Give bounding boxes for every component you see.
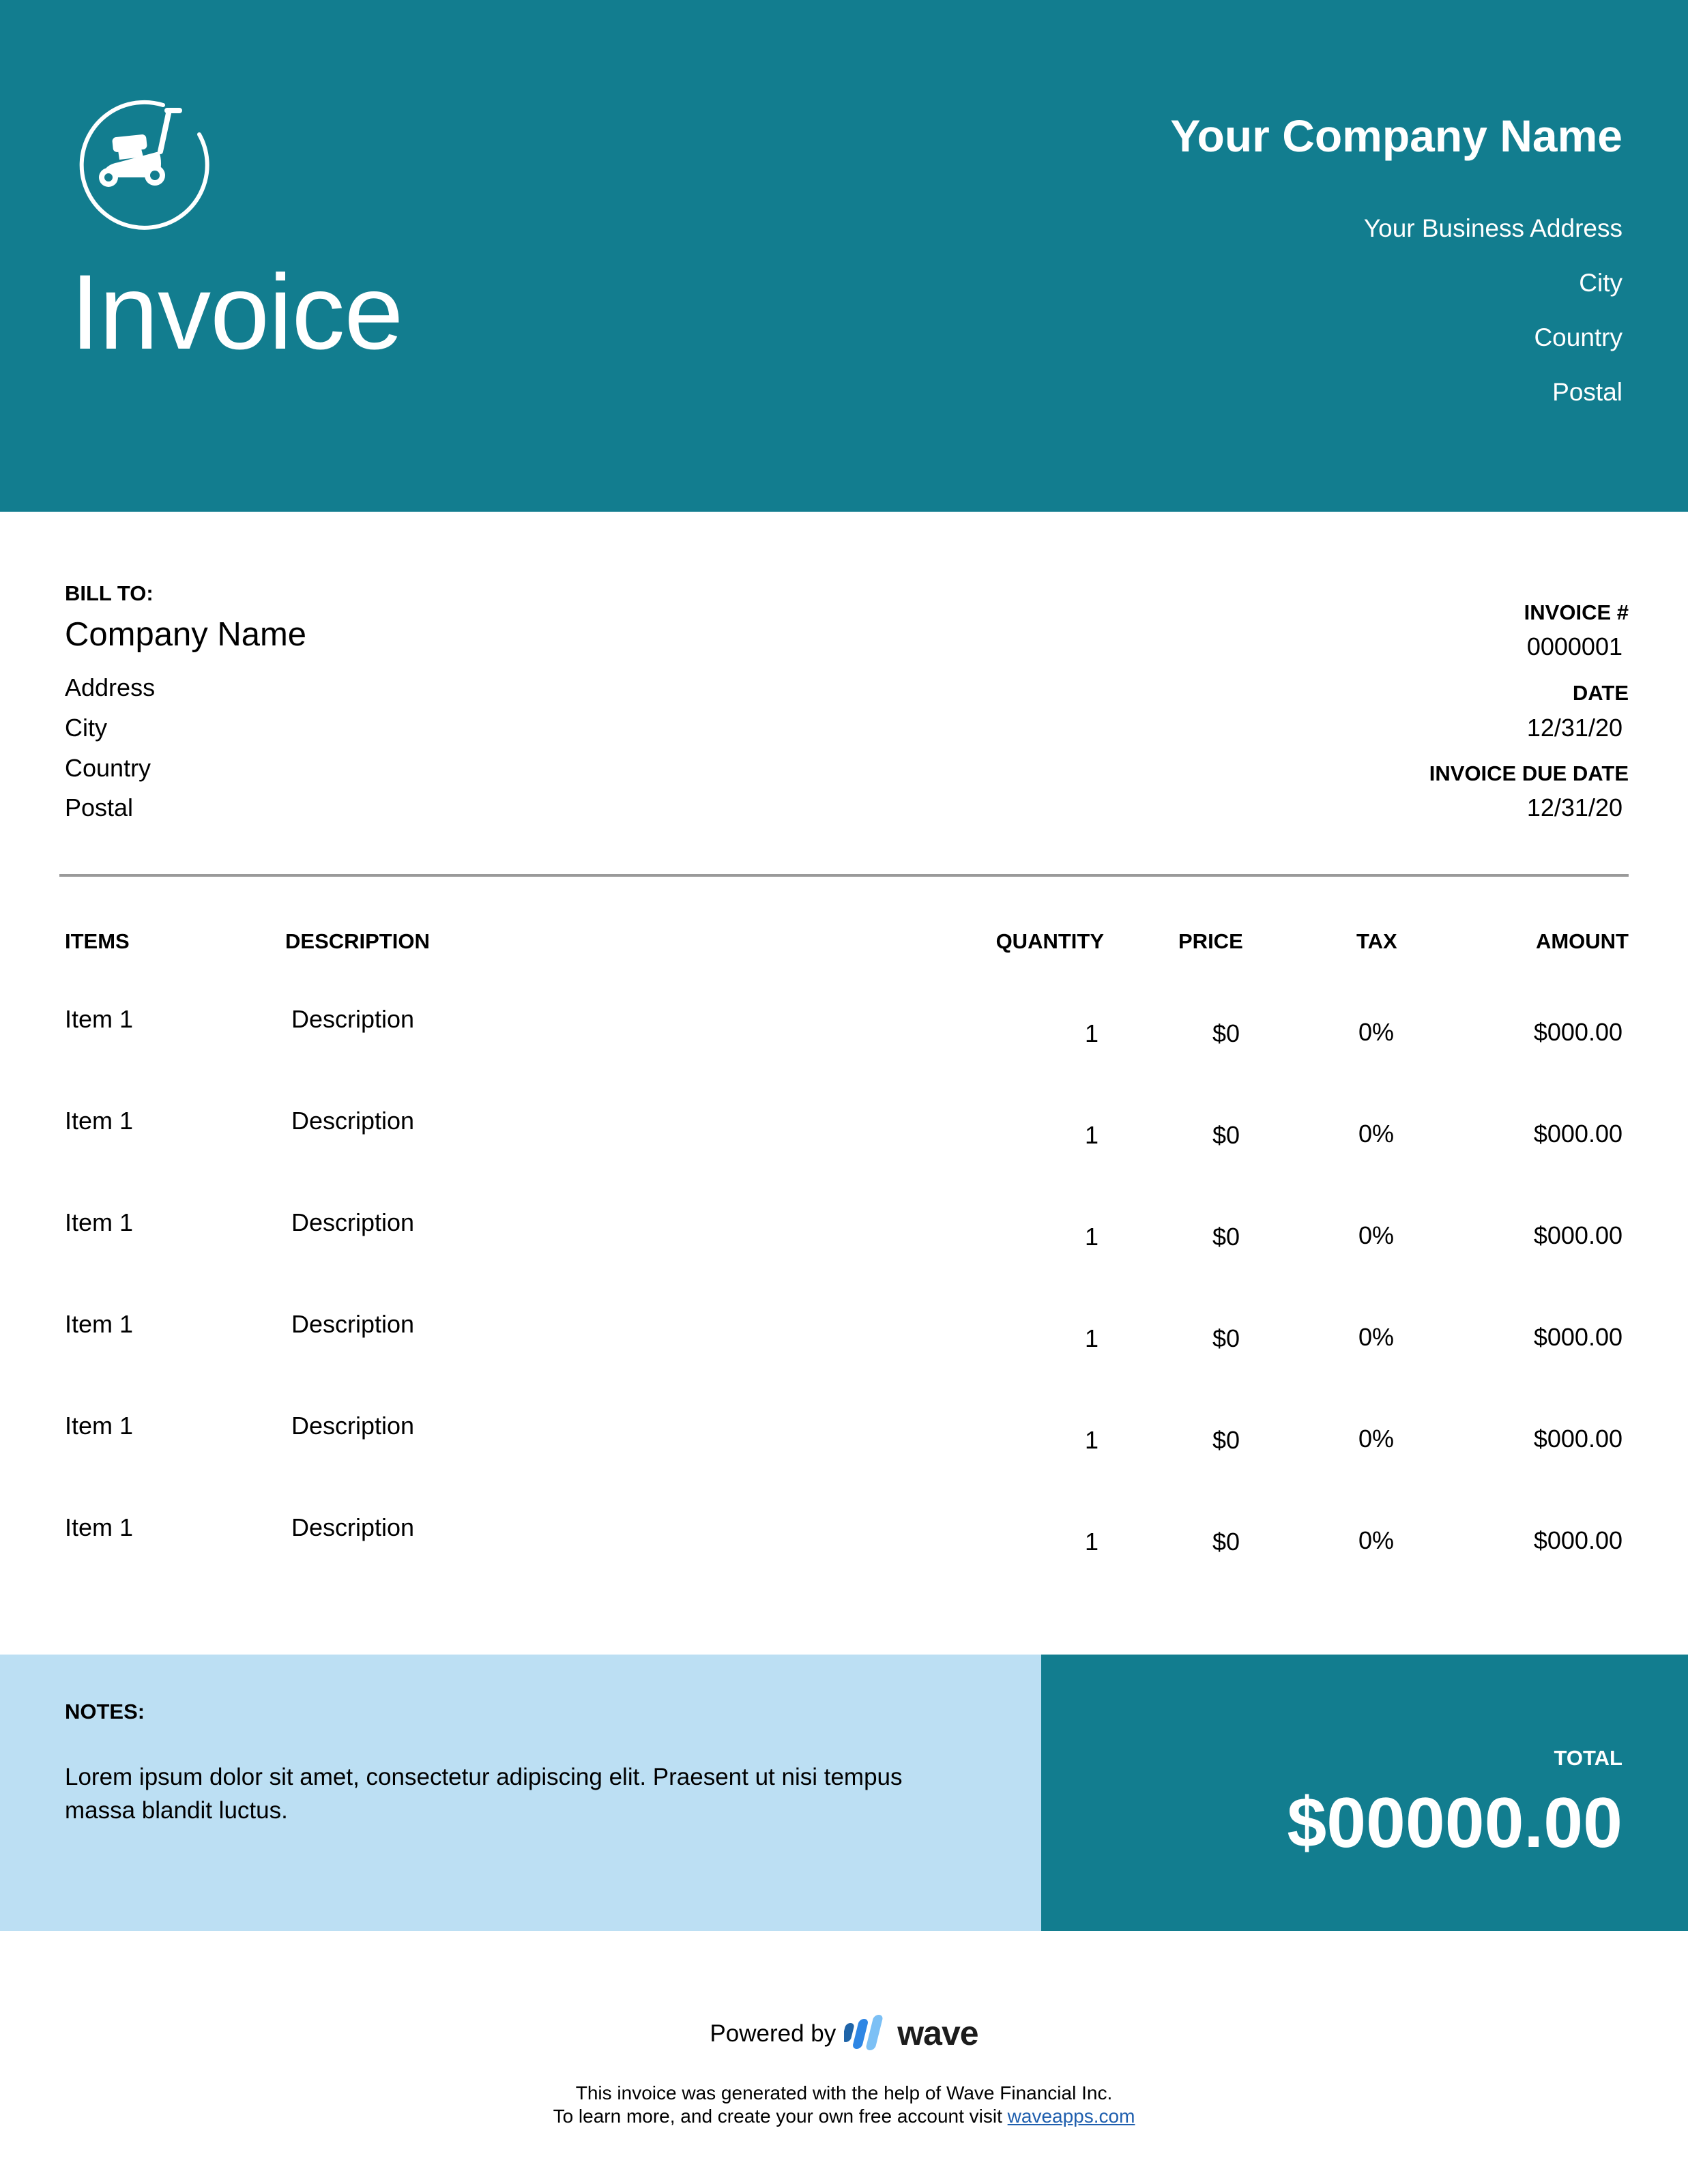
- wave-brand: wave: [897, 2014, 978, 2052]
- date-label: DATE: [1572, 681, 1629, 705]
- item-price: $0: [1212, 1324, 1240, 1352]
- bill-to-city: City: [65, 714, 107, 742]
- item-price: $0: [1212, 1426, 1240, 1454]
- bill-to-postal: Postal: [65, 793, 134, 821]
- item-name: Item 1: [65, 1310, 134, 1338]
- footer-line-2: To learn more, and create your own free …: [0, 2107, 1688, 2126]
- item-description: Description: [291, 1208, 415, 1236]
- total-label: TOTAL: [1554, 1746, 1622, 1770]
- item-quantity: 1: [1084, 1426, 1099, 1454]
- business-postal: Postal: [1552, 378, 1622, 406]
- bill-to-label: BILL TO:: [65, 581, 154, 605]
- item-price: $0: [1212, 1223, 1240, 1251]
- item-tax: 0%: [1358, 1526, 1395, 1554]
- column-header-tax: TAX: [1356, 929, 1397, 953]
- invoice-header: Invoice Your Company Name Your Business …: [0, 0, 1688, 512]
- invoice-number: 0000001: [1526, 632, 1622, 660]
- item-quantity: 1: [1084, 1528, 1099, 1556]
- item-name: Item 1: [65, 1412, 134, 1440]
- item-name: Item 1: [65, 1513, 134, 1541]
- powered-by: Powered by wave: [0, 2015, 1688, 2052]
- item-description: Description: [291, 1107, 415, 1135]
- item-tax: 0%: [1358, 1018, 1395, 1046]
- lawn-mower-icon: [79, 100, 209, 230]
- wave-logo-icon: [844, 2015, 883, 2050]
- item-price: $0: [1212, 1019, 1240, 1047]
- company-name: Your Company Name: [1170, 111, 1622, 161]
- section-divider: [59, 874, 1629, 877]
- item-description: Description: [291, 1513, 415, 1541]
- item-description: Description: [291, 1005, 415, 1033]
- item-quantity: 1: [1084, 1223, 1099, 1251]
- notes-label: NOTES:: [65, 1700, 145, 1723]
- item-tax: 0%: [1358, 1323, 1395, 1351]
- invoice-due-date: 12/31/20: [1526, 793, 1622, 821]
- business-country: Country: [1534, 323, 1622, 351]
- notes-text: Lorem ipsum dolor sit amet, consectetur …: [65, 1764, 903, 1824]
- item-amount: $000.00: [1533, 1526, 1622, 1554]
- item-amount: $000.00: [1533, 1221, 1622, 1249]
- item-quantity: 1: [1084, 1324, 1099, 1352]
- invoice-number-label: INVOICE #: [1524, 600, 1629, 624]
- bill-to-address: Address: [65, 673, 156, 701]
- business-address: Your Business Address: [1363, 214, 1622, 242]
- item-amount: $000.00: [1533, 1120, 1622, 1148]
- item-tax: 0%: [1358, 1221, 1395, 1249]
- item-description: Description: [291, 1310, 415, 1338]
- footer-line-2-text: To learn more, and create your own free …: [553, 2106, 1008, 2127]
- bill-to-country: Country: [65, 754, 151, 782]
- item-tax: 0%: [1358, 1425, 1395, 1453]
- invoice-date: 12/31/20: [1526, 714, 1622, 742]
- item-name: Item 1: [65, 1107, 134, 1135]
- item-quantity: 1: [1084, 1019, 1099, 1047]
- item-name: Item 1: [65, 1005, 134, 1033]
- item-quantity: 1: [1084, 1121, 1099, 1149]
- column-header-items: ITEMS: [65, 929, 130, 953]
- item-amount: $000.00: [1533, 1323, 1622, 1351]
- item-tax: 0%: [1358, 1120, 1395, 1148]
- item-name: Item 1: [65, 1208, 134, 1236]
- due-date-label: INVOICE DUE DATE: [1429, 761, 1629, 785]
- column-header-price: PRICE: [1178, 929, 1243, 953]
- item-price: $0: [1212, 1528, 1240, 1556]
- column-header-quantity: QUANTITY: [995, 929, 1104, 953]
- waveapps-link[interactable]: waveapps.com: [1008, 2106, 1135, 2127]
- footer-line-1: This invoice was generated with the help…: [575, 2082, 1113, 2103]
- item-description: Description: [291, 1412, 415, 1440]
- column-header-amount: AMOUNT: [1535, 929, 1629, 953]
- column-header-description: DESCRIPTION: [285, 929, 430, 953]
- business-city: City: [1579, 269, 1622, 297]
- bill-to-company: Company Name: [65, 616, 307, 653]
- item-amount: $000.00: [1533, 1425, 1622, 1453]
- total-value: $00000.00: [1287, 1783, 1622, 1863]
- item-amount: $000.00: [1533, 1018, 1622, 1046]
- invoice-title: Invoice: [70, 253, 403, 372]
- powered-by-text: Powered by: [710, 2020, 836, 2047]
- item-price: $0: [1212, 1121, 1240, 1149]
